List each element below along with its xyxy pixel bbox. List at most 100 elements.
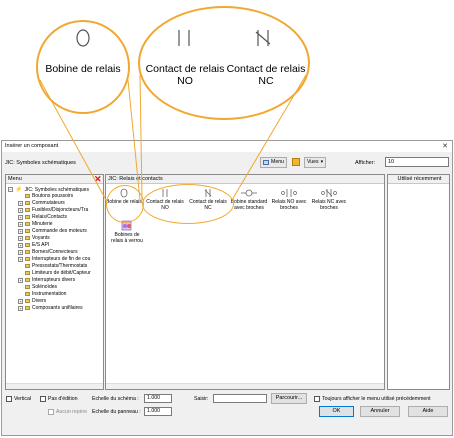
symbol-nc-relay-pins[interactable]: Relais NC avec broches: [309, 187, 349, 211]
folder-icon: [25, 236, 30, 240]
echelle-schema-label: Echelle du schéma :: [92, 396, 139, 402]
tree-item[interactable]: + Commande des moteurs: [18, 228, 87, 234]
tree-item-label: Limiteurs de débit/Capteur: [32, 270, 91, 276]
tree-item[interactable]: + Composants unifilaires: [18, 305, 83, 311]
toujours-afficher-label: Toujours afficher le menu utilisé précéd…: [322, 396, 431, 402]
close-icon[interactable]: ✕: [442, 142, 448, 150]
symbol-latching-relay-coils[interactable]: Bobines de relais à verrou: [106, 220, 148, 244]
menu-panel-header: Menu: [6, 175, 103, 184]
folder-icon: [25, 222, 30, 226]
expand-icon[interactable]: +: [18, 305, 23, 311]
tree-item[interactable]: + Fusibles/Disjoncteurs/Tra: [18, 207, 88, 213]
no-relay-pins-icon: [281, 189, 297, 197]
tree-item[interactable]: + Interrupteurs de fin de cou: [18, 256, 90, 262]
folder-icon: [25, 229, 30, 233]
folder-icon[interactable]: [292, 158, 300, 166]
zoom-label-contact-nc: Contact de relais NC: [221, 63, 311, 87]
expand-icon[interactable]: +: [18, 200, 23, 206]
toujours-afficher-checkbox[interactable]: [314, 396, 320, 402]
collapse-icon[interactable]: −: [8, 187, 13, 192]
tree-item-label: Instrumentation: [32, 291, 67, 297]
tree-item[interactable]: + Voyants: [18, 235, 50, 241]
zoom-label-contact-nc-line2: NC: [258, 75, 274, 87]
symbols-panel: JIC: Relais et contacts Bobine de relais…: [105, 174, 385, 390]
symbol-label-line2: broches: [280, 205, 298, 211]
tree-item[interactable]: + Bornes/Connecteurs: [18, 249, 78, 255]
zoom-label-contact-no-line1: Contact de relais: [145, 63, 225, 75]
delete-icon[interactable]: ✕: [94, 174, 102, 185]
afficher-input[interactable]: 10: [385, 157, 449, 167]
horizontal-scrollbar[interactable]: [6, 383, 103, 389]
tree-item-label: Voyants: [32, 235, 50, 241]
aide-button[interactable]: Aide: [408, 406, 448, 417]
vertical-checkbox[interactable]: [6, 396, 12, 402]
menu-button[interactable]: Menu: [260, 157, 287, 168]
recent-panel-header: Utilisé récemment: [388, 175, 449, 184]
tree-item[interactable]: + Minuterie: [18, 221, 53, 227]
tree-item[interactable]: + Interrupteurs divers: [18, 277, 75, 283]
tree-item[interactable]: Instrumentation: [18, 291, 66, 297]
expand-icon[interactable]: +: [18, 298, 23, 304]
tree-item[interactable]: + Commutateurs: [18, 200, 65, 206]
tree-item[interactable]: + E/S API: [18, 242, 49, 248]
expand-icon[interactable]: +: [18, 277, 23, 283]
horizontal-scrollbar[interactable]: [106, 383, 384, 389]
tree-item-label: Fusibles/Disjoncteurs/Tra: [32, 207, 89, 213]
folder-icon: [25, 194, 30, 198]
aucun-repere-checkbox[interactable]: [48, 409, 54, 415]
expand-icon[interactable]: +: [18, 207, 23, 213]
expand-icon[interactable]: +: [18, 221, 23, 227]
tree-item-label: Bornes/Connecteurs: [32, 249, 78, 255]
recent-panel: Utilisé récemment: [387, 174, 450, 390]
ok-button[interactable]: OK: [319, 406, 354, 417]
folder-icon: [25, 278, 30, 282]
echelle-panneau-label: Echelle du panneau :: [92, 409, 141, 415]
breadcrumb: JIC: Symboles schématiques: [5, 160, 76, 166]
tree-item[interactable]: + Divers: [18, 298, 46, 304]
folder-icon: [25, 285, 30, 289]
expand-icon[interactable]: +: [18, 256, 23, 262]
pas-edition-checkbox[interactable]: [40, 396, 46, 402]
symbol-label-line2: broches: [320, 205, 338, 211]
tree-item[interactable]: Boutons poussoirs: [18, 193, 73, 199]
tree-item[interactable]: + Relais/Contacts: [18, 214, 67, 220]
tree-item[interactable]: Solénoïdes: [18, 284, 57, 290]
symbol-label-line2: avec broches: [234, 205, 264, 211]
echelle-panneau-input[interactable]: 1.000: [144, 407, 172, 416]
vues-dropdown[interactable]: Vues ▾: [304, 157, 327, 168]
zoom-label-bobine: Bobine de relais: [45, 63, 121, 75]
folder-icon: [25, 299, 30, 303]
tree-item-label: Divers: [32, 298, 47, 304]
title-bar: Insérer un composant ✕: [2, 141, 452, 152]
expand-icon[interactable]: +: [18, 242, 23, 248]
expand-icon[interactable]: +: [18, 214, 23, 220]
expand-icon[interactable]: +: [18, 249, 23, 255]
tree-root[interactable]: − ⚡ JIC: Symboles schématiques: [8, 186, 89, 193]
menu-tree-panel: Menu ✕ − ⚡ JIC: Symboles schématiques Bo…: [5, 174, 104, 390]
root-symbol-icon: ⚡: [15, 187, 23, 193]
tree-item-label: E/S API: [32, 242, 50, 248]
parcourir-button[interactable]: Parcourir...: [271, 393, 307, 404]
tree-item-label: Minuterie: [32, 221, 53, 227]
expand-icon[interactable]: +: [18, 235, 23, 241]
tree-item-label: Interrupteurs divers: [32, 277, 76, 283]
tree-item-label: Composants unifilaires: [32, 305, 83, 311]
dialog-title: Insérer un composant: [5, 143, 59, 149]
symbol-no-relay-pins[interactable]: Relais NO avec broches: [270, 187, 308, 211]
tree-item[interactable]: Limiteurs de débit/Capteur: [18, 270, 91, 276]
echelle-schema-input[interactable]: 1.000: [144, 394, 172, 403]
chevron-down-icon: ▾: [320, 159, 324, 165]
pas-edition-label: Pas d'édition: [48, 396, 78, 402]
folder-icon: [25, 243, 30, 247]
folder-icon: [25, 201, 30, 205]
annuler-button[interactable]: Annuler: [360, 406, 400, 417]
symbol-standard-coil-pins[interactable]: Bobine standard avec broches: [229, 187, 269, 211]
tree-root-label: JIC: Symboles schématiques: [24, 186, 89, 193]
tree-item[interactable]: Pressostats/Thermostats: [18, 263, 87, 269]
saisir-input[interactable]: [213, 394, 267, 403]
expand-icon[interactable]: +: [18, 228, 23, 234]
highlight-circle-bobine: [106, 185, 144, 223]
menu-button-label: Menu: [271, 159, 284, 165]
nc-relay-pins-icon: [321, 189, 337, 197]
symbols-panel-header: JIC: Relais et contacts: [106, 175, 384, 184]
